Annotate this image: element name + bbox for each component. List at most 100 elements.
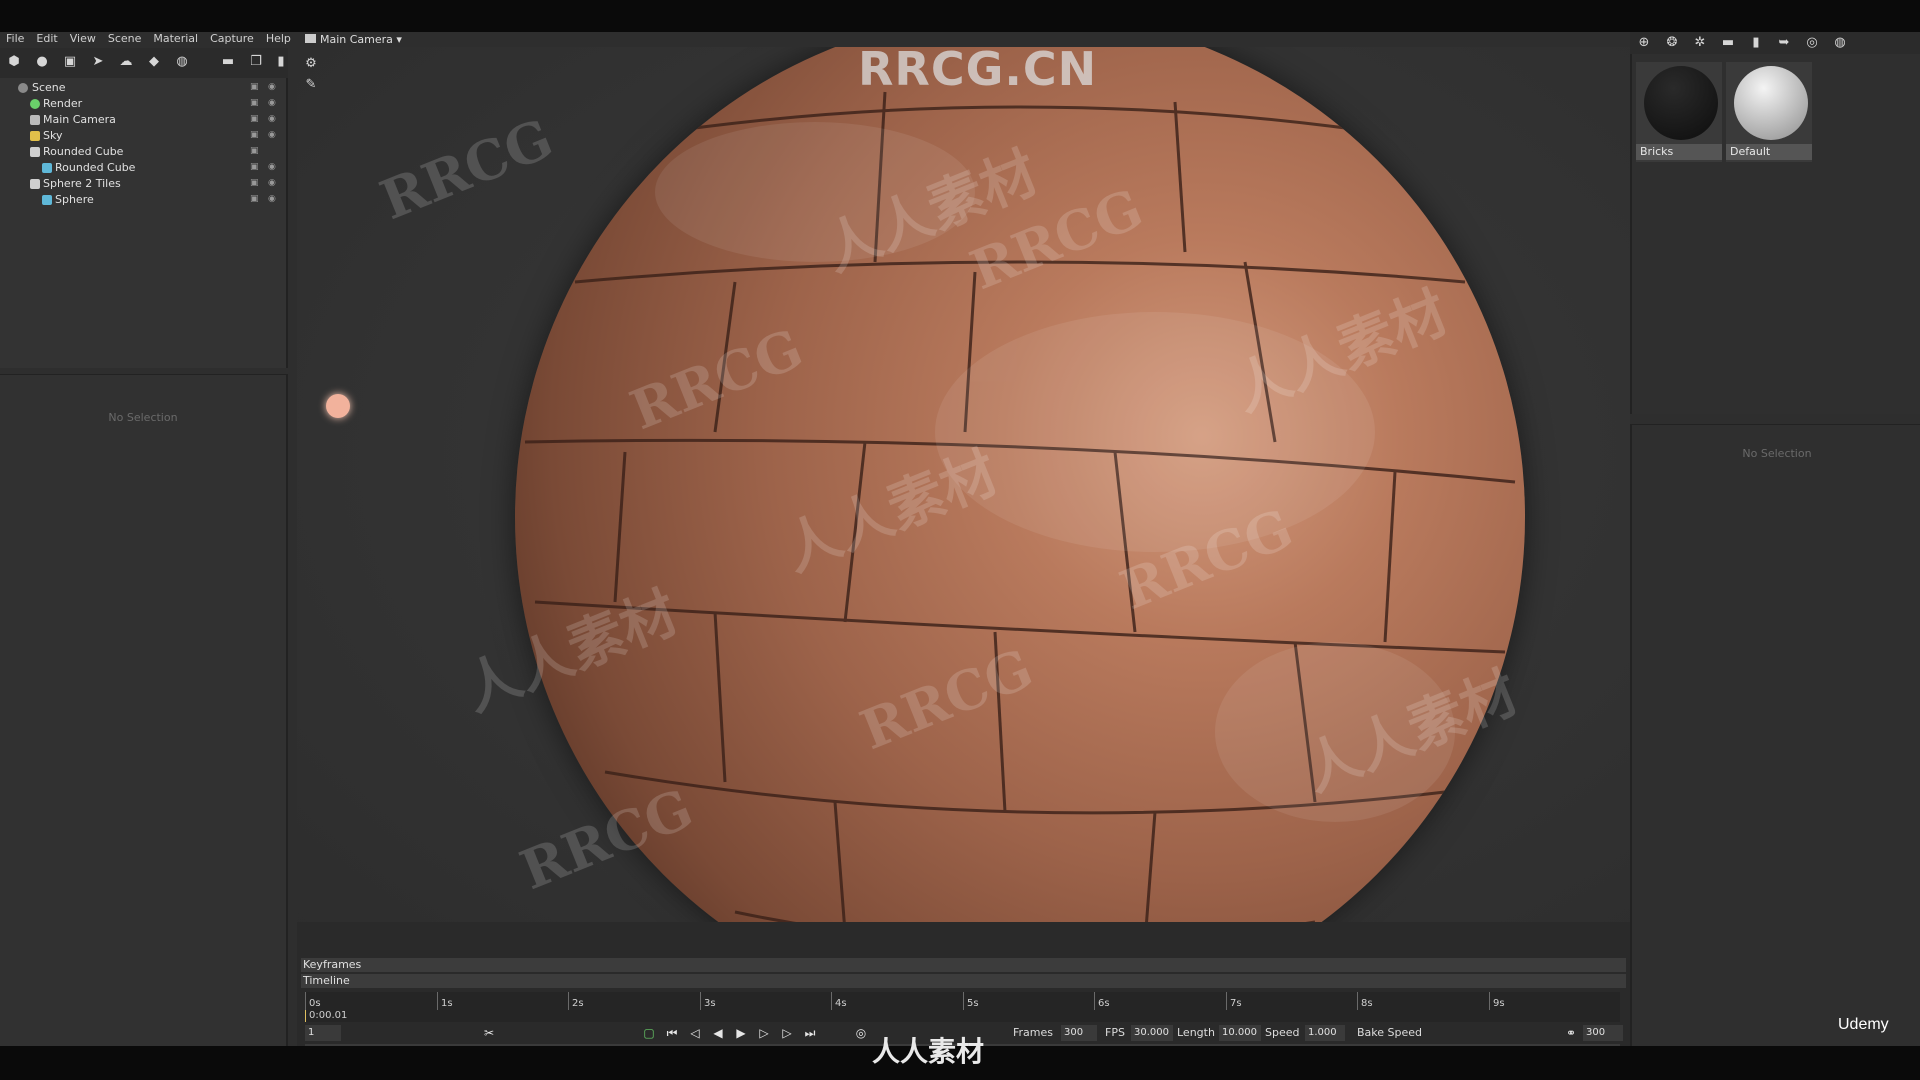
keyframe-tool-icon[interactable]: ✂ (481, 1025, 497, 1041)
material-preview-ball (1734, 66, 1808, 140)
material-toolbar: ⊕ ❂ ✲ ▬ ▮ ➥ ◎ ◍ (1630, 32, 1920, 54)
speed-field[interactable]: 1.000 (1305, 1025, 1345, 1041)
left-properties-panel: No Selection (0, 374, 288, 1065)
prev-key-icon[interactable]: ◁ (687, 1025, 703, 1041)
loop-icon[interactable]: ◎ (853, 1025, 869, 1041)
tree-item-sphere[interactable]: Sphere ▣ ◉ (0, 192, 286, 208)
duplicate-icon[interactable]: ❐ (248, 54, 264, 70)
menu-view[interactable]: View (64, 32, 102, 46)
time-ruler[interactable]: 0:00.01 0s 1s 2s 3s 4s 5s 6s 7s 8s 9s (305, 992, 1620, 1022)
pick-material-icon[interactable]: ◎ (1804, 35, 1820, 51)
eye-icon[interactable]: ◉ (268, 162, 280, 173)
length-field[interactable]: 10.000 (1219, 1025, 1261, 1041)
go-to-start-icon[interactable]: ⏮ (664, 1025, 680, 1041)
grid-material-icon[interactable]: ✲ (1692, 35, 1708, 51)
step-forward-icon[interactable]: ▷ (756, 1025, 772, 1041)
ruler-tick (700, 992, 701, 1010)
step-back-icon[interactable]: ◀ (710, 1025, 726, 1041)
eye-icon[interactable]: ◉ (268, 82, 280, 93)
eye-icon[interactable]: ◉ (268, 194, 280, 205)
folder-icon[interactable]: ▬ (220, 54, 236, 70)
add-material-icon[interactable]: ⊕ (1636, 35, 1652, 51)
tree-item-rounded-cube-group[interactable]: Rounded Cube ▣ (0, 144, 286, 160)
tree-item-label: Scene (32, 81, 66, 94)
ruler-tick (437, 992, 438, 1010)
material-thumb-default[interactable]: Default (1726, 62, 1812, 162)
sky-icon (30, 131, 40, 141)
record-icon[interactable]: ▢ (641, 1025, 657, 1041)
camera-icon (30, 115, 40, 125)
lock-icon[interactable]: ▣ (250, 82, 260, 93)
ruler-tick-label: 1s (441, 998, 453, 1009)
tree-item-sky[interactable]: Sky ▣ ◉ (0, 128, 286, 144)
menu-scene[interactable]: Scene (102, 32, 148, 46)
ruler-tick-label: 8s (1361, 998, 1373, 1009)
eye-icon[interactable]: ◉ (268, 178, 280, 189)
add-fog-icon[interactable]: ☁ (118, 54, 134, 70)
export-material-icon[interactable]: ◍ (1832, 35, 1848, 51)
lock-icon[interactable]: ▣ (250, 114, 260, 125)
folder-icon[interactable]: ▬ (1720, 35, 1736, 51)
tree-item-rounded-cube[interactable]: Rounded Cube ▣ ◉ (0, 160, 286, 176)
3d-viewport[interactable]: ✎ ⚙ RRCG RRCG (297, 47, 1630, 952)
viewport-camera-selector[interactable]: Main Camera ▾ (297, 32, 557, 47)
speed-label: Speed (1265, 1026, 1300, 1039)
ruler-tick (1226, 992, 1227, 1010)
add-group-icon[interactable]: ◆ (146, 54, 162, 70)
ruler-tick (1094, 992, 1095, 1010)
ruler-tick (1357, 992, 1358, 1010)
menu-material[interactable]: Material (147, 32, 204, 46)
footer-logo: 人人素材 (872, 1035, 985, 1068)
toolbag-app: File Edit View Scene Material Capture He… (0, 32, 1920, 1065)
assign-material-icon[interactable]: ➥ (1776, 35, 1792, 51)
lock-icon[interactable]: ▣ (250, 98, 260, 109)
paint-brush-icon[interactable]: ✎ (303, 77, 319, 93)
delete-icon[interactable]: ▮ (1748, 35, 1764, 51)
tree-item-scene[interactable]: Scene ▣ ◉ (0, 80, 286, 96)
current-frame-field[interactable]: 1 (305, 1025, 341, 1041)
tree-item-label: Rounded Cube (55, 161, 136, 174)
add-sky-icon[interactable]: ◍ (174, 54, 190, 70)
material-thumb-bricks[interactable]: Bricks (1636, 62, 1722, 162)
eye-icon[interactable]: ◉ (268, 130, 280, 141)
tree-item-main-camera[interactable]: Main Camera ▣ ◉ (0, 112, 286, 128)
next-key-icon[interactable]: ▷ (779, 1025, 795, 1041)
menu-file[interactable]: File (0, 32, 30, 46)
timeline-header[interactable]: Timeline (301, 974, 1626, 988)
menu-help[interactable]: Help (260, 32, 297, 46)
play-icon[interactable]: ▶ (733, 1025, 749, 1041)
settings-gear-icon[interactable]: ⚙ (303, 56, 319, 72)
menu-edit[interactable]: Edit (30, 32, 63, 46)
eye-icon[interactable]: ◉ (268, 98, 280, 109)
lock-icon[interactable]: ▣ (250, 178, 260, 189)
light-gizmo[interactable] (326, 394, 350, 418)
end-frame-field[interactable]: 300 (1583, 1025, 1623, 1041)
tree-item-render[interactable]: Render ▣ ◉ (0, 96, 286, 112)
bake-speed-toggle[interactable]: Bake Speed (1357, 1025, 1422, 1041)
delete-icon[interactable]: ▮ (276, 54, 286, 70)
add-shadow-catcher-icon[interactable]: ➤ (90, 54, 106, 70)
render-icon (30, 99, 40, 109)
menu-capture[interactable]: Capture (204, 32, 260, 46)
right-properties-panel: No Selection (1630, 424, 1920, 1065)
material-name: Default (1726, 144, 1812, 160)
ruler-tick-label: 5s (967, 998, 979, 1009)
tree-item-sphere-2-tiles[interactable]: Sphere 2 Tiles ▣ ◉ (0, 176, 286, 192)
frames-field[interactable]: 300 (1061, 1025, 1097, 1041)
ruler-tick-label: 3s (704, 998, 716, 1009)
lock-icon[interactable]: ▣ (250, 194, 260, 205)
go-to-end-icon[interactable]: ⏭ (802, 1025, 818, 1041)
lock-icon[interactable]: ▣ (250, 130, 260, 141)
link-icon[interactable]: ⚭ (1563, 1025, 1579, 1041)
add-camera-icon[interactable]: ▣ (62, 54, 78, 70)
lock-icon[interactable]: ▣ (250, 162, 260, 173)
camera-dropdown[interactable]: Main Camera ▾ (320, 33, 402, 46)
add-light-icon[interactable]: ● (34, 54, 50, 70)
duplicate-material-icon[interactable]: ❂ (1664, 35, 1680, 51)
eye-icon[interactable]: ◉ (268, 114, 280, 125)
ruler-tick (831, 992, 832, 1010)
add-object-icon[interactable]: ⬢ (6, 54, 22, 70)
fps-field[interactable]: 30.000 (1131, 1025, 1173, 1041)
keyframes-header[interactable]: Keyframes (301, 958, 1626, 972)
lock-icon[interactable]: ▣ (250, 146, 260, 157)
